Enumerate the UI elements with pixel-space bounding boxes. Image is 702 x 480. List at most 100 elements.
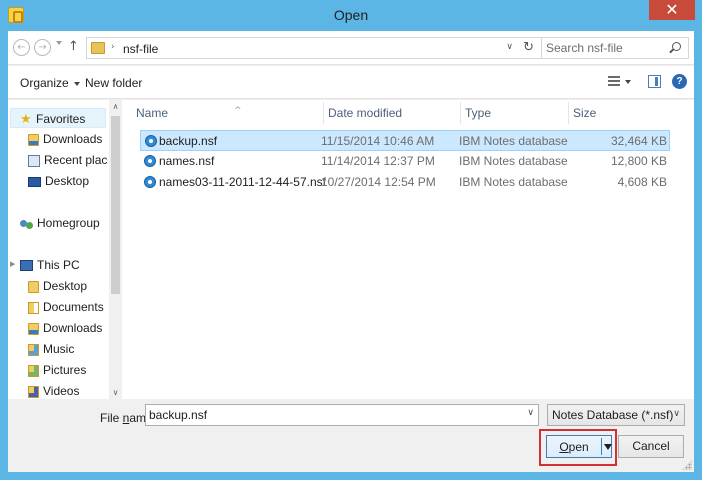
- file-type-filter-value: Notes Database (*.nsf): [552, 408, 674, 422]
- browser-body: ★ Favorites Downloads Recent places Deskt…: [8, 100, 694, 399]
- nav-item-favorites[interactable]: ★ Favorites: [10, 108, 106, 128]
- pictures-folder-icon: [28, 364, 39, 377]
- file-name-dropdown-icon[interactable]: ∨: [527, 408, 534, 418]
- folder-icon: [91, 42, 105, 54]
- forward-arrow-icon: →: [38, 42, 47, 53]
- sort-ascending-icon: ^: [234, 106, 242, 116]
- split-divider: [601, 438, 602, 455]
- address-bar[interactable]: › nsf-file ∨ ↻: [86, 37, 542, 59]
- address-row: ← → ↑ › nsf-file ∨ ↻: [8, 31, 694, 65]
- nav-item-this-pc[interactable]: This PC: [20, 255, 80, 275]
- nav-item-documents[interactable]: Documents: [28, 297, 104, 317]
- desktop-icon: [28, 176, 41, 187]
- file-type: IBM Notes database: [459, 154, 568, 168]
- up-arrow-icon: ↑: [68, 39, 79, 54]
- preview-pane-icon[interactable]: [648, 75, 661, 88]
- downloads-folder-icon: [28, 133, 39, 146]
- organize-button[interactable]: Organize: [20, 76, 80, 90]
- scroll-up-icon[interactable]: ∧: [109, 100, 122, 113]
- file-name-combobox[interactable]: ∨: [145, 404, 539, 426]
- nav-item-downloads-pc[interactable]: Downloads: [28, 318, 102, 338]
- search-icon[interactable]: [672, 42, 681, 51]
- address-dropdown-icon[interactable]: ∨: [506, 42, 513, 52]
- new-folder-button[interactable]: New folder: [85, 76, 142, 90]
- cancel-button[interactable]: Cancel: [618, 435, 684, 458]
- nav-item-label: Videos: [43, 384, 80, 398]
- organize-label: Organize: [20, 76, 69, 90]
- column-header-size[interactable]: Size: [573, 100, 663, 126]
- nav-item-videos[interactable]: Videos: [28, 381, 79, 399]
- view-options-dropdown-icon[interactable]: [625, 80, 631, 84]
- nav-item-label: Downloads: [43, 321, 103, 335]
- file-row-names-backup[interactable]: names03-11-2011-12-44-57.nsf 10/27/2014 …: [140, 172, 670, 193]
- breadcrumb-nsf-file[interactable]: nsf-file: [123, 42, 158, 56]
- column-header-date-modified[interactable]: Date modified: [328, 100, 458, 126]
- scroll-down-icon[interactable]: ∨: [109, 386, 122, 399]
- nav-item-label: Pictures: [43, 363, 87, 377]
- nav-item-downloads[interactable]: Downloads: [28, 129, 102, 149]
- notes-database-icon: [145, 135, 157, 147]
- nav-item-recent-places[interactable]: Recent places: [28, 150, 108, 170]
- dialog-footer: File name: ∨ Notes Database (*.nsf) ∨ Op…: [8, 399, 694, 472]
- homegroup-icon: [20, 218, 33, 230]
- music-folder-icon: [28, 343, 39, 356]
- scrollbar-thumb[interactable]: [111, 116, 120, 294]
- back-button[interactable]: ←: [13, 39, 30, 56]
- file-size: 4,608 KB: [617, 175, 667, 189]
- column-header-type[interactable]: Type: [465, 100, 565, 126]
- window-title: Open: [333, 7, 369, 23]
- file-name-input[interactable]: [149, 407, 509, 423]
- refresh-icon[interactable]: ↻: [523, 40, 534, 55]
- recent-locations-dropdown-icon[interactable]: [56, 41, 62, 45]
- breadcrumb-chevron-icon[interactable]: ›: [111, 42, 115, 52]
- search-box[interactable]: [541, 37, 689, 59]
- file-name: names.nsf: [159, 154, 215, 168]
- back-arrow-icon: ←: [17, 42, 26, 53]
- nav-item-label: Homegroup: [37, 216, 100, 230]
- file-list: Name ^ Date modified Type Size backup.nsf…: [126, 100, 694, 399]
- column-header-name[interactable]: Name ^: [136, 100, 320, 126]
- forward-button[interactable]: →: [34, 39, 51, 56]
- desktop-folder-icon: [28, 280, 39, 293]
- file-type: IBM Notes database: [459, 134, 568, 148]
- open-options-dropdown-icon[interactable]: [604, 444, 612, 450]
- expand-this-pc-icon[interactable]: ▶: [10, 260, 15, 268]
- nav-item-label: Downloads: [43, 132, 103, 146]
- nav-item-desktop-folder[interactable]: Desktop: [28, 276, 87, 296]
- file-row-names[interactable]: names.nsf 11/14/2014 12:37 PM IBM Notes …: [140, 151, 670, 172]
- help-icon[interactable]: ?: [672, 74, 687, 89]
- close-button[interactable]: ✕: [649, 0, 695, 20]
- open-button[interactable]: Open: [546, 435, 612, 458]
- nav-item-label: This PC: [37, 258, 80, 272]
- file-row-backup[interactable]: backup.nsf 11/15/2014 10:46 AM IBM Notes…: [140, 130, 670, 151]
- file-name: backup.nsf: [159, 134, 218, 148]
- column-divider[interactable]: [460, 102, 461, 124]
- navigation-scrollbar[interactable]: ∧ ∨: [109, 100, 122, 399]
- nav-item-desktop[interactable]: Desktop: [28, 171, 89, 191]
- file-date: 11/15/2014 10:46 AM: [321, 134, 435, 148]
- nav-item-homegroup[interactable]: Homegroup: [20, 213, 100, 233]
- nav-item-label: Desktop: [45, 174, 90, 188]
- file-date: 10/27/2014 12:54 PM: [321, 175, 436, 189]
- change-view-icon[interactable]: [608, 76, 620, 86]
- up-button[interactable]: ↑: [68, 39, 79, 54]
- title-bar: Open ✕: [0, 0, 702, 31]
- nav-item-label: Music: [43, 342, 75, 356]
- label-text: pen: [568, 440, 589, 454]
- resize-grip-icon[interactable]: [682, 460, 692, 470]
- command-toolbar: Organize New folder ?: [8, 66, 694, 99]
- documents-folder-icon: [28, 301, 39, 314]
- dialog-client: ← → ↑ › nsf-file ∨ ↻ Organize New folder: [8, 31, 694, 472]
- nav-item-music[interactable]: Music: [28, 339, 74, 359]
- column-header-label: Name: [136, 106, 169, 120]
- nav-item-pictures[interactable]: Pictures: [28, 360, 86, 380]
- search-input[interactable]: [546, 40, 664, 56]
- computer-icon: [20, 260, 33, 272]
- file-type: IBM Notes database: [459, 175, 568, 189]
- chevron-down-icon: [73, 81, 80, 86]
- column-divider[interactable]: [323, 102, 324, 124]
- label-accelerator: O: [559, 440, 569, 454]
- close-icon: ✕: [665, 0, 679, 19]
- column-divider[interactable]: [568, 102, 569, 124]
- file-type-filter[interactable]: Notes Database (*.nsf) ∨: [547, 404, 685, 426]
